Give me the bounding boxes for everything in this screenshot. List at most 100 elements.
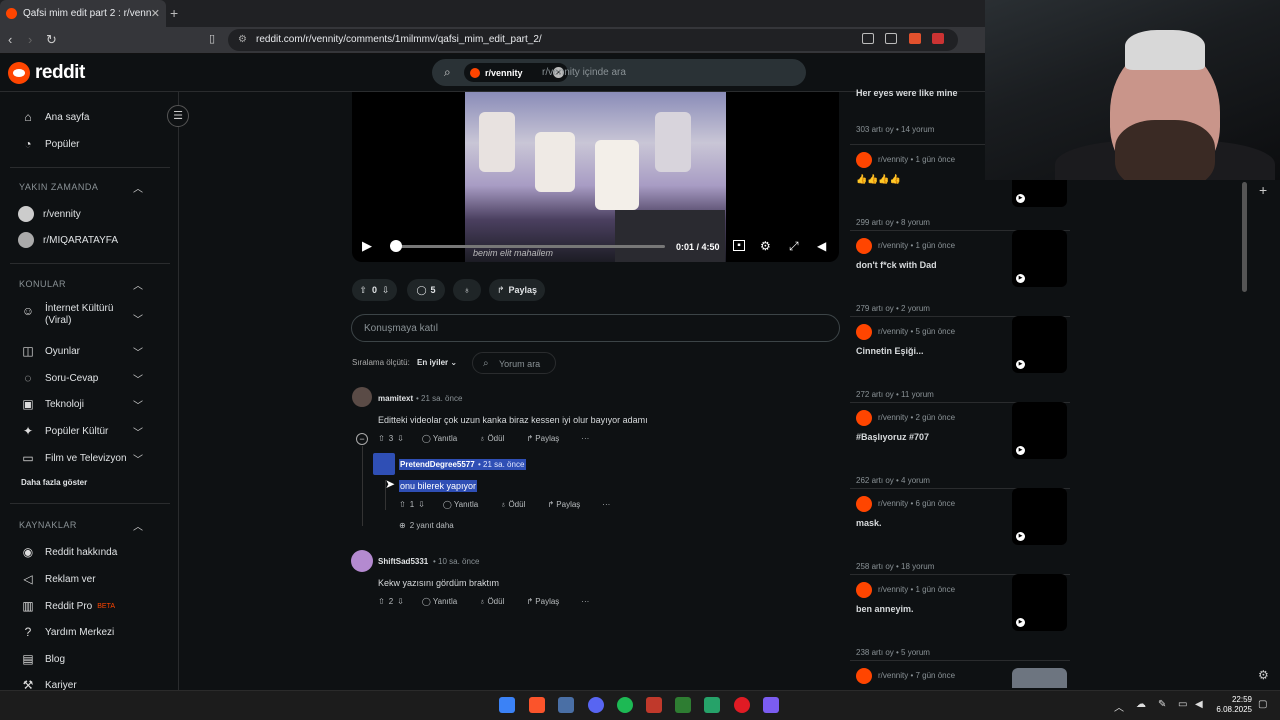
sidebar-item-technology[interactable]: ▣ Teknoloji <box>20 396 84 412</box>
share-button[interactable]: ↱ Paylaş <box>547 500 584 509</box>
chevron-up-icon[interactable]: ︿ <box>133 277 143 292</box>
downvote-icon[interactable]: ⇩ <box>382 285 390 296</box>
fullscreen-icon[interactable]: ⤢ <box>789 239 799 254</box>
award-button[interactable]: ♁ Ödül <box>479 434 508 443</box>
sidebar-item-games[interactable]: ◫ Oyunlar <box>20 343 80 359</box>
app-icon[interactable] <box>704 697 720 713</box>
settings-gear-icon[interactable]: ⚙ <box>760 239 771 253</box>
rail-post[interactable]: r/vennity • 1 gün önce ben anneyim. 238 … <box>856 574 1071 668</box>
sidebar-item-about[interactable]: ◉ Reddit hakkında <box>20 544 118 560</box>
comment-input[interactable]: Konuşmaya katıl <box>351 314 840 342</box>
sidebar-item-reddit-pro[interactable]: ▥ Reddit Pro BETA <box>20 598 115 614</box>
sidebar-item-miqaratayfa[interactable]: r/MIQARATAYFA <box>18 232 118 248</box>
chevron-down-icon[interactable]: ﹀ <box>133 397 143 412</box>
settings-gear-icon[interactable]: ⚙ <box>1258 668 1269 682</box>
network-icon[interactable]: ▭ <box>1178 699 1187 710</box>
brave-browser-icon[interactable] <box>529 697 545 713</box>
share-page-icon[interactable] <box>885 33 897 44</box>
sidebar-toggle-button[interactable]: ☰ <box>167 105 189 127</box>
chevron-down-icon[interactable]: ﹀ <box>133 451 143 466</box>
scrollbar-thumb[interactable] <box>1242 182 1247 292</box>
chevron-down-icon[interactable]: ﹀ <box>133 371 143 386</box>
chevron-down-icon[interactable]: ﹀ <box>133 424 143 439</box>
rail-post[interactable]: r/vennity • 6 gün önce mask. 258 artı oy… <box>856 488 1071 582</box>
show-more-button[interactable]: Daha fazla göster <box>21 478 87 487</box>
tray-chevron-icon[interactable]: ︿ <box>1114 699 1124 714</box>
app-icon[interactable] <box>646 697 662 713</box>
notification-icon[interactable]: ▢ <box>1258 699 1267 710</box>
share-button[interactable]: ↱ Paylaş <box>526 597 563 606</box>
avatar[interactable] <box>373 453 395 475</box>
reddit-logo[interactable]: reddit <box>8 62 85 84</box>
avatar[interactable] <box>351 550 373 572</box>
downvote-icon[interactable]: ⇩ <box>397 597 404 606</box>
comments-button[interactable]: ◯ 5 <box>407 279 445 301</box>
rail-post[interactable]: r/vennity • 1 gün önce don't f*ck with D… <box>856 230 1071 324</box>
comment-search-input[interactable]: ⌕ Yorum ara <box>472 352 556 374</box>
sidebar-item-blog[interactable]: ▤ Blog <box>20 651 65 667</box>
app-icon[interactable] <box>734 697 750 713</box>
sidebar-item-qa[interactable]: ◌ Soru-Cevap <box>20 370 98 386</box>
volume-icon[interactable]: ◀ <box>817 239 826 253</box>
award-button[interactable]: ♁ Ödül <box>500 500 529 509</box>
share-button[interactable]: ↱ Paylaş <box>489 279 545 301</box>
play-icon[interactable]: ▶ <box>362 238 372 254</box>
comment-username[interactable]: mamitext <box>378 394 413 403</box>
rail-post[interactable]: r/vennity • 7 gün önce <box>856 668 1071 688</box>
brave-rewards-icon[interactable] <box>932 33 944 44</box>
brave-shield-icon[interactable] <box>909 33 921 44</box>
rail-post[interactable]: r/vennity • 5 gün önce Cinnetin Eşiği...… <box>856 316 1071 410</box>
sidebar-item-internet-culture[interactable]: ☺ İnternet Kültürü (Viral) <box>20 303 125 327</box>
more-replies-button[interactable]: ⊕ 2 yanıt daha <box>399 521 458 530</box>
upvote-icon[interactable]: ⇧ <box>378 434 385 443</box>
sidebar-item-advertise[interactable]: ◁ Reklam ver <box>20 571 95 587</box>
volume-icon[interactable]: ◀ <box>1195 699 1203 710</box>
upvote-icon[interactable]: ⇧ <box>378 597 385 606</box>
award-button[interactable]: ♁ Ödül <box>479 597 508 606</box>
chevron-down-icon[interactable]: ﹀ <box>133 311 143 326</box>
bookmark-icon[interactable]: ▯ <box>209 32 215 45</box>
captions-icon[interactable]: ▪ <box>733 240 745 251</box>
discord-icon[interactable] <box>588 697 604 713</box>
comment-username[interactable]: PretendDegree5577 <box>399 459 476 470</box>
upvote-icon[interactable]: ⇧ <box>359 285 367 296</box>
chevron-down-icon[interactable]: ﹀ <box>133 344 143 359</box>
reply-button[interactable]: ◯ Yanıtla <box>443 500 482 509</box>
new-tab-button[interactable]: + <box>170 5 178 21</box>
url-field[interactable]: ⚙ reddit.com/r/vennity/comments/1milmmv/… <box>228 29 958 51</box>
app-icon[interactable] <box>675 697 691 713</box>
more-options-button[interactable]: ··· <box>581 434 589 443</box>
reply-button[interactable]: ◯ Yanıtla <box>422 434 461 443</box>
seek-handle[interactable] <box>390 240 403 252</box>
collapse-thread-icon[interactable]: − <box>356 433 368 445</box>
award-button[interactable]: ♁ <box>453 279 481 301</box>
upvote-icon[interactable]: ⇧ <box>399 500 406 509</box>
app-icon[interactable] <box>763 697 779 713</box>
sidebar-item-popular[interactable]: ◔ Popüler <box>20 136 79 152</box>
chevron-up-icon[interactable]: ︿ <box>133 180 143 195</box>
forward-icon[interactable]: › <box>28 32 32 47</box>
system-clock[interactable]: 22:59 6.08.2025 <box>1212 695 1252 715</box>
sort-dropdown[interactable]: En iyiler ⌄ <box>417 358 457 367</box>
sidebar-item-vennity[interactable]: r/vennity <box>18 206 81 222</box>
browser-tab[interactable]: Qafsi mim edit part 2 : r/vennity ✕ <box>0 0 166 27</box>
cast-icon[interactable] <box>862 33 874 44</box>
spotify-icon[interactable] <box>617 697 633 713</box>
reload-icon[interactable]: ↻ <box>46 32 57 48</box>
site-info-icon[interactable]: ⚙ <box>238 34 247 45</box>
seek-bar[interactable] <box>390 240 665 252</box>
back-icon[interactable]: ‹ <box>8 32 12 47</box>
sidebar-item-help[interactable]: ? Yardım Merkezi <box>20 624 115 640</box>
video-player[interactable]: benim elit mahallem <box>352 92 839 262</box>
search-bar[interactable]: ⌕ r/vennity ✕ r/vennity içinde ara <box>432 59 806 86</box>
more-options-button[interactable]: ··· <box>602 500 610 509</box>
rail-post-title[interactable]: Her eyes were like mine <box>856 88 958 98</box>
close-tab-icon[interactable]: ✕ <box>151 7 160 20</box>
app-icon[interactable] <box>558 697 574 713</box>
cloud-icon[interactable]: ☁ <box>1136 699 1146 710</box>
avatar[interactable] <box>352 387 372 407</box>
reply-button[interactable]: ◯ Yanıtla <box>422 597 461 606</box>
plus-icon[interactable]: + <box>1259 182 1267 198</box>
chevron-up-icon[interactable]: ︿ <box>133 518 143 533</box>
pen-icon[interactable]: ✎ <box>1158 699 1166 710</box>
